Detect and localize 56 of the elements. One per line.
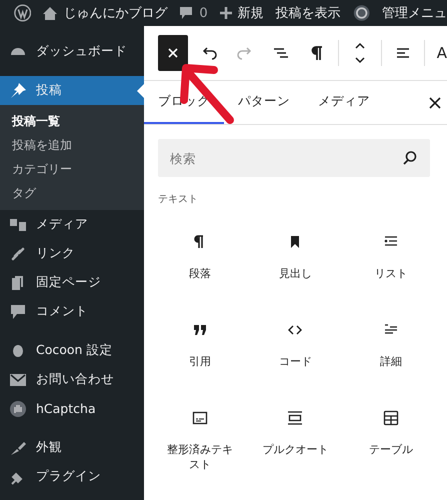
block-item[interactable]: 整形済みテキスト <box>152 404 248 480</box>
comment-icon <box>9 302 27 320</box>
sidebar-item[interactable]: 投稿 <box>0 76 144 105</box>
sidebar-item[interactable]: リンク <box>0 239 144 268</box>
block-item[interactable]: テーブル <box>343 404 439 480</box>
sidebar-label: プラグイン <box>36 468 101 485</box>
sidebar-label: コメント <box>36 303 88 320</box>
site-name-link[interactable]: じゅんにかブログ <box>43 4 168 22</box>
block-item[interactable]: 段落 <box>152 228 248 304</box>
close-button[interactable] <box>158 35 188 71</box>
sidebar-label: 固定ページ <box>36 274 101 291</box>
avatar-icon[interactable] <box>352 3 370 23</box>
sidebar-item[interactable]: 外観 <box>0 433 144 462</box>
block-item[interactable]: 見出し <box>248 228 344 304</box>
inserter-tab[interactable]: パターン <box>224 81 304 124</box>
sidebar-label: 投稿 <box>36 82 62 99</box>
sidebar-label: hCaptcha <box>36 401 96 416</box>
block-item[interactable]: プルクオート <box>248 404 344 480</box>
new-link[interactable]: 新規 <box>220 4 264 22</box>
section-heading: テキスト <box>158 193 199 206</box>
sidebar-label: ダッシュボード <box>36 43 127 60</box>
sidebar-item[interactable]: hCaptcha <box>0 394 144 423</box>
block-item[interactable]: 引用 <box>152 316 248 392</box>
sidebar-label: リンク <box>36 245 75 262</box>
sidebar-label: Cocoon 設定 <box>36 342 112 359</box>
plus-icon <box>220 7 232 19</box>
sidebar-label: 外観 <box>36 439 62 456</box>
block-item[interactable]: 詳細 <box>343 316 439 392</box>
current-pointer-icon <box>137 84 144 98</box>
sidebar-item[interactable]: 固定ページ <box>0 268 144 297</box>
comment-icon <box>179 6 194 20</box>
sidebar-item[interactable]: ダッシュボード <box>0 37 144 66</box>
close-icon[interactable] <box>429 97 441 109</box>
sidebar-item[interactable]: プラグイン <box>0 462 144 491</box>
text-tool-button[interactable]: A <box>430 44 447 62</box>
wordpress-logo-icon[interactable] <box>14 3 32 23</box>
comments-link[interactable]: 0 <box>179 6 208 20</box>
search-icon[interactable] <box>402 150 418 166</box>
admin-menu-link[interactable]: 管理メニュ <box>382 4 447 22</box>
block-item[interactable]: コード <box>248 316 344 392</box>
submenu-item[interactable]: 投稿一覧 <box>0 109 144 133</box>
block-item[interactable]: リスト <box>343 228 439 304</box>
sidebar-item[interactable]: メディア <box>0 210 144 239</box>
submenu-item[interactable]: 投稿を追加 <box>0 133 144 157</box>
sidebar-label: お問い合わせ <box>36 371 114 388</box>
sidebar-item[interactable]: Cocoon 設定 <box>0 336 144 365</box>
submenu-item[interactable]: タグ <box>0 181 144 205</box>
submenu-item[interactable]: カテゴリー <box>0 157 144 181</box>
inserter-tab[interactable]: メディア <box>304 81 384 124</box>
search-field[interactable]: 検索 <box>158 139 430 177</box>
sidebar-label: メディア <box>36 216 88 233</box>
pin-icon <box>9 82 27 100</box>
view-post-link[interactable]: 投稿を表示 <box>276 4 341 22</box>
sidebar-item[interactable]: お問い合わせ <box>0 365 144 394</box>
sidebar-item[interactable]: コメント <box>0 297 144 326</box>
home-icon <box>43 6 58 20</box>
